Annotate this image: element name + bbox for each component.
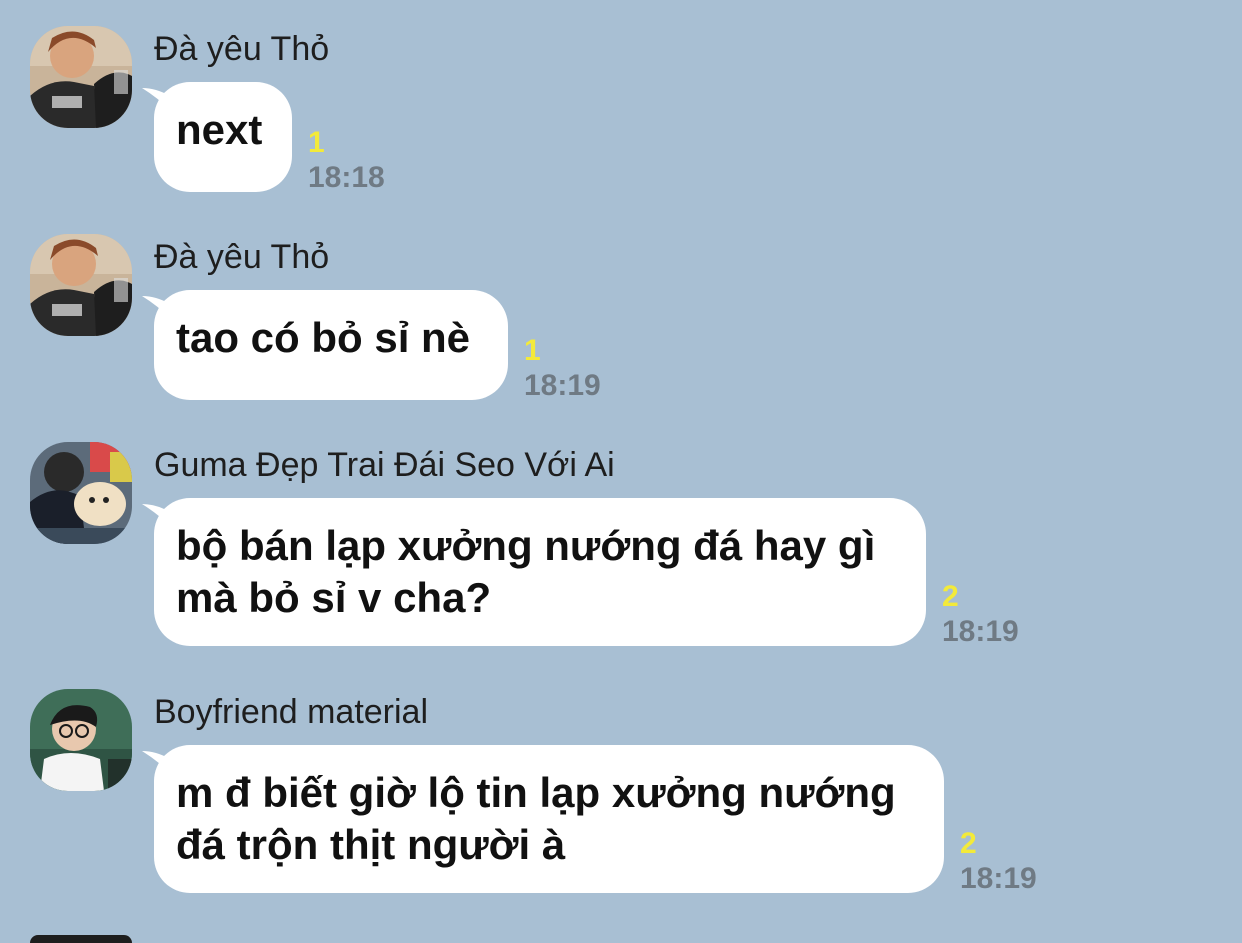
unread-count: 2 — [960, 827, 977, 860]
message-bubble[interactable]: tao có bỏ sỉ nè — [154, 290, 508, 400]
avatar[interactable] — [30, 935, 132, 943]
avatar-photo-icon — [30, 442, 132, 544]
avatar[interactable] — [30, 442, 132, 544]
sender-name: Boyfriend material — [154, 693, 429, 731]
message-time: 18:18 — [308, 161, 385, 194]
sender-name: Guma Đẹp Trai Đái Seo Với Ai — [154, 446, 615, 484]
unread-count: 1 — [524, 334, 541, 367]
unread-count: 2 — [942, 580, 959, 613]
message-text-line: bộ bán lạp xưởng nướng đá hay gì — [176, 522, 876, 569]
avatar-photo-icon — [30, 234, 132, 336]
avatar-photo-icon — [30, 935, 132, 943]
message-bubble[interactable]: next — [154, 82, 292, 192]
unread-count: 1 — [308, 126, 325, 159]
message-bubble[interactable]: bộ bán lạp xưởng nướng đá hay gì mà bỏ s… — [154, 498, 926, 646]
message-text-line: next — [176, 106, 263, 153]
message-text-line: tao có bỏ sỉ nè — [176, 314, 471, 361]
message-time: 18:19 — [524, 369, 601, 402]
avatar[interactable] — [30, 234, 132, 336]
message-bubble-group: bộ bán lạp xưởng nướng đá hay gì mà bỏ s… — [142, 498, 1042, 648]
message-meta: 1 18:19 — [524, 334, 601, 404]
message-text-line: đá trộn thịt người à — [176, 821, 566, 868]
avatar[interactable] — [30, 26, 132, 128]
message-time: 18:19 — [960, 862, 1037, 895]
avatar-photo-icon — [30, 26, 132, 128]
message-meta: 2 18:19 — [942, 580, 1019, 650]
sender-name: Đà yêu Thỏ — [154, 30, 330, 68]
avatar-photo-icon — [30, 689, 132, 791]
chat-message-list[interactable]: Đà yêu Thỏ next 1 18:18 Đà yêu Thỏ tao c… — [0, 0, 1242, 943]
sender-name: Đà yêu Thỏ — [154, 238, 330, 276]
message-text-line: m đ biết giờ lộ tin lạp xưởng nướng — [176, 769, 896, 816]
message-bubble-group: tao có bỏ sỉ nè 1 18:19 — [142, 290, 622, 402]
message-bubble-group: next 1 18:18 — [142, 82, 402, 194]
message-time: 18:19 — [942, 615, 1019, 648]
message-meta: 1 18:18 — [308, 126, 385, 196]
message-bubble[interactable]: m đ biết giờ lộ tin lạp xưởng nướng đá t… — [154, 745, 944, 893]
message-bubble-group: m đ biết giờ lộ tin lạp xưởng nướng đá t… — [142, 745, 1062, 895]
message-meta: 2 18:19 — [960, 827, 1037, 897]
message-text-line: mà bỏ sỉ v cha? — [176, 574, 492, 621]
avatar[interactable] — [30, 689, 132, 791]
